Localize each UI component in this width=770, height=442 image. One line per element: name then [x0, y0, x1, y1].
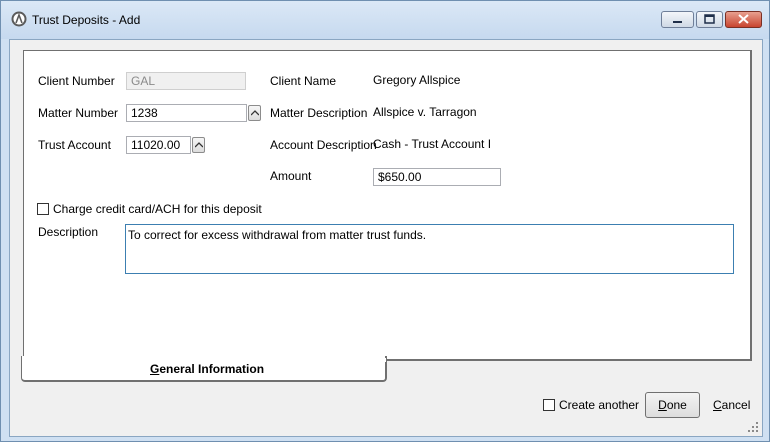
- minimize-button[interactable]: [661, 11, 694, 28]
- matter-number-lookup-button[interactable]: [248, 105, 261, 121]
- amount-field[interactable]: [373, 168, 501, 186]
- maximize-icon: [704, 14, 715, 24]
- resize-grip-icon[interactable]: [747, 421, 759, 433]
- client-number-label: Client Number: [38, 74, 115, 88]
- account-description-value: Cash - Trust Account I: [373, 137, 492, 151]
- tab-general-information-label[interactable]: General Information: [150, 362, 264, 376]
- client-number-field[interactable]: [126, 72, 246, 90]
- chevron-up-icon: [251, 110, 259, 116]
- trust-account-lookup-button[interactable]: [192, 137, 205, 153]
- done-button[interactable]: Done: [645, 392, 700, 418]
- minimize-icon: [673, 21, 682, 23]
- matter-number-label: Matter Number: [38, 106, 119, 120]
- charge-credit-card-checkbox[interactable]: [37, 203, 49, 215]
- client-name-value: Gregory Allspice: [373, 73, 461, 87]
- chevron-up-icon: [195, 142, 203, 148]
- matter-description-value: Allspice v. Tarragon: [373, 105, 477, 119]
- trust-account-label: Trust Account: [38, 138, 111, 152]
- title-bar[interactable]: Trust Deposits - Add: [1, 1, 769, 39]
- amount-label: Amount: [270, 169, 312, 183]
- trust-account-field[interactable]: [126, 136, 191, 154]
- dialog-body: General Information Client Number Matter…: [9, 39, 763, 437]
- maximize-button[interactable]: [696, 11, 723, 28]
- matter-number-field[interactable]: [126, 104, 247, 122]
- client-name-label: Client Name: [270, 74, 337, 88]
- account-description-label: Account Description: [270, 138, 377, 152]
- app-logo-icon: [11, 11, 27, 27]
- matter-description-label: Matter Description: [270, 106, 368, 120]
- close-icon: [738, 14, 749, 24]
- create-another-label[interactable]: Create another: [559, 398, 639, 412]
- description-label: Description: [38, 225, 99, 239]
- close-button[interactable]: [725, 11, 762, 28]
- description-textarea[interactable]: To correct for excess withdrawal from ma…: [125, 224, 734, 274]
- charge-credit-card-label[interactable]: Charge credit card/ACH for this deposit: [53, 202, 262, 216]
- dialog-window: Trust Deposits - Add General Information…: [0, 0, 770, 442]
- window-title: Trust Deposits - Add: [32, 13, 141, 27]
- cancel-button[interactable]: Cancel: [713, 398, 750, 412]
- create-another-checkbox[interactable]: [543, 399, 555, 411]
